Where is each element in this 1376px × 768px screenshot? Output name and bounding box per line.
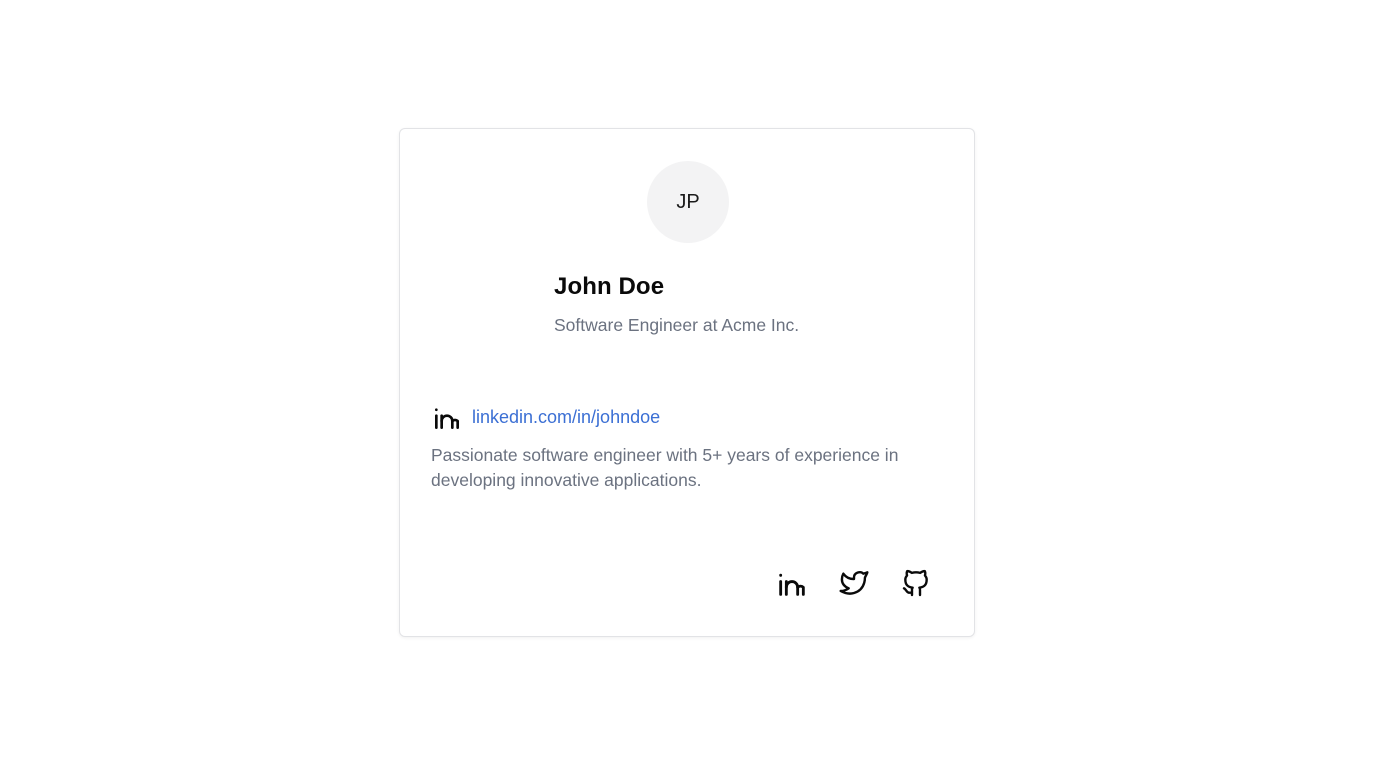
profile-title: Software Engineer at Acme Inc.	[554, 315, 800, 335]
github-icon[interactable]	[898, 565, 934, 601]
linkedin-icon[interactable]	[774, 565, 810, 601]
profile-name: John Doe	[554, 273, 665, 300]
profile-card: JP John Doe Software Engineer at Acme In…	[399, 128, 975, 637]
linkedin-row: linkedin.com/in/johndoe	[431, 401, 660, 433]
avatar: JP	[647, 161, 729, 243]
social-links	[774, 565, 934, 601]
avatar-initials: JP	[676, 190, 700, 213]
linkedin-link[interactable]: linkedin.com/in/johndoe	[472, 407, 660, 428]
twitter-icon[interactable]	[836, 565, 872, 601]
linkedin-icon	[431, 401, 463, 433]
profile-bio: Passionate software engineer with 5+ yea…	[431, 445, 899, 490]
